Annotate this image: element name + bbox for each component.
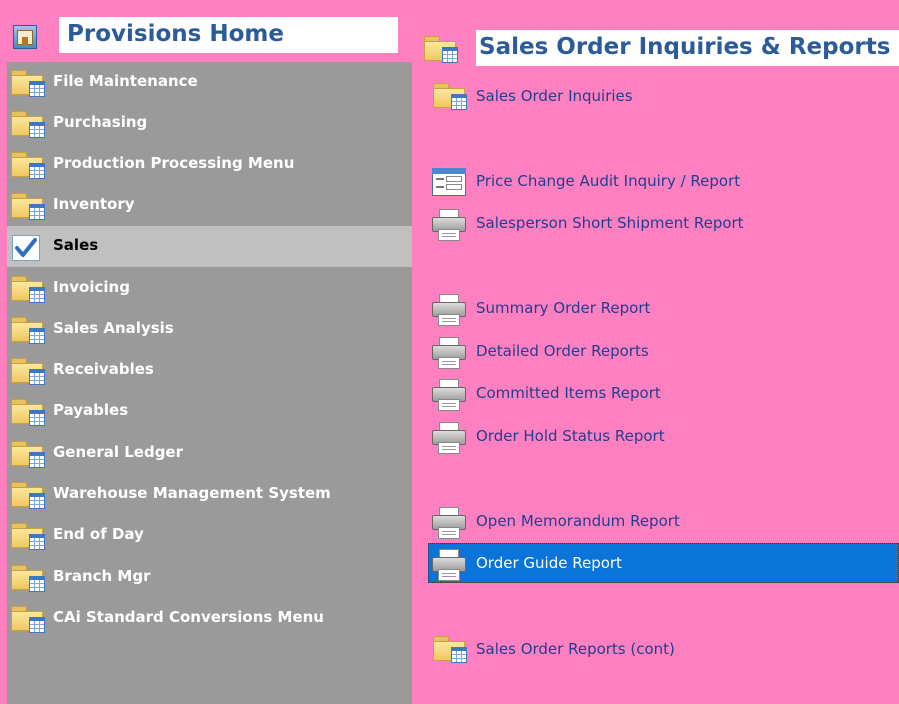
- nav-item-label: Purchasing: [53, 113, 148, 131]
- nav-item-label: Receivables: [53, 360, 154, 378]
- page-title: Provisions Home: [67, 21, 284, 47]
- menu-item-label: Order Guide Report: [476, 554, 622, 572]
- menu-item-summary-order-report[interactable]: Summary Order Report: [428, 288, 899, 328]
- folder-icon: [422, 34, 460, 64]
- folder-icon: [431, 81, 469, 111]
- menu-item-label: Detailed Order Reports: [476, 342, 649, 360]
- nav-item-receivables[interactable]: Receivables: [7, 350, 412, 391]
- printer-icon: [431, 506, 467, 540]
- nav-item-branch-mgr[interactable]: Branch Mgr: [7, 557, 412, 598]
- folder-icon: [9, 563, 47, 593]
- nav-item-label: CAi Standard Conversions Menu: [53, 608, 324, 626]
- nav-item-label: Invoicing: [53, 278, 130, 296]
- checkmark-icon: [12, 235, 40, 261]
- nav-item-label: File Maintenance: [53, 72, 198, 90]
- nav-item-label: Production Processing Menu: [53, 154, 295, 172]
- menu-item-order-hold-status-report[interactable]: Order Hold Status Report: [428, 416, 899, 456]
- folder-icon: [9, 150, 47, 180]
- menu-item-label: Price Change Audit Inquiry / Report: [476, 172, 741, 190]
- folder-icon: [9, 521, 47, 551]
- menu-item-label: Order Hold Status Report: [476, 427, 665, 445]
- form-window-icon: [431, 166, 467, 198]
- folder-icon: [9, 397, 47, 427]
- nav-item-label: End of Day: [53, 525, 144, 543]
- menu-item-label: Sales Order Inquiries: [476, 87, 633, 105]
- menu-item-salesperson-short-shipment[interactable]: Salesperson Short Shipment Report: [428, 203, 899, 243]
- nav-item-invoicing[interactable]: Invoicing: [7, 268, 412, 309]
- nav-item-label: Sales Analysis: [53, 319, 174, 337]
- folder-icon: [9, 480, 47, 510]
- menu-item-sales-order-inquiries[interactable]: Sales Order Inquiries: [428, 76, 899, 116]
- printer-icon: [431, 548, 467, 582]
- folder-icon: [9, 439, 47, 469]
- nav-item-cai-conversions[interactable]: CAi Standard Conversions Menu: [7, 598, 412, 639]
- nav-item-inventory[interactable]: Inventory: [7, 185, 412, 226]
- section-title-box: Sales Order Inquiries & Reports: [476, 30, 899, 66]
- folder-icon: [9, 274, 47, 304]
- home-icon[interactable]: [13, 25, 37, 49]
- home-header: Provisions Home: [7, 8, 412, 62]
- left-nav-panel: Provisions Home File Maintenance Purchas…: [7, 8, 412, 704]
- menu-item-label: Committed Items Report: [476, 384, 661, 402]
- folder-icon: [9, 109, 47, 139]
- folder-icon: [9, 356, 47, 386]
- menu-item-detailed-order-reports[interactable]: Detailed Order Reports: [428, 331, 899, 371]
- nav-item-sales[interactable]: Sales: [7, 226, 412, 267]
- nav-item-sales-analysis[interactable]: Sales Analysis: [7, 309, 412, 350]
- menu-item-open-memorandum-report[interactable]: Open Memorandum Report: [428, 501, 899, 541]
- menu-item-order-guide-report[interactable]: Order Guide Report: [428, 543, 899, 583]
- nav-item-file-maintenance[interactable]: File Maintenance: [7, 62, 412, 103]
- section-title: Sales Order Inquiries & Reports: [479, 34, 891, 60]
- menu-item-label: Sales Order Reports (cont): [476, 640, 675, 658]
- folder-icon: [9, 315, 47, 345]
- nav-item-warehouse-management[interactable]: Warehouse Management System: [7, 474, 412, 515]
- folder-icon: [9, 191, 47, 221]
- printer-icon: [431, 378, 467, 412]
- folder-icon: [9, 68, 47, 98]
- nav-item-label: Sales: [53, 236, 99, 254]
- nav-item-label: Inventory: [53, 195, 135, 213]
- menu-item-price-change-audit[interactable]: Price Change Audit Inquiry / Report: [428, 161, 899, 201]
- nav-item-label: Branch Mgr: [53, 567, 151, 585]
- printer-icon: [431, 293, 467, 327]
- menu-item-sales-order-reports-cont[interactable]: Sales Order Reports (cont): [428, 629, 899, 669]
- home-title-box: Provisions Home: [59, 17, 398, 53]
- menu-item-label: Open Memorandum Report: [476, 512, 680, 530]
- menu-item-label: Salesperson Short Shipment Report: [476, 214, 744, 232]
- nav-item-payables[interactable]: Payables: [7, 391, 412, 432]
- menu-item-committed-items-report[interactable]: Committed Items Report: [428, 373, 899, 413]
- folder-icon: [9, 604, 47, 634]
- folder-icon: [431, 634, 469, 664]
- nav-item-end-of-day[interactable]: End of Day: [7, 515, 412, 556]
- nav-item-label: Warehouse Management System: [53, 484, 331, 502]
- nav-item-purchasing[interactable]: Purchasing: [7, 103, 412, 144]
- nav-item-label: General Ledger: [53, 443, 183, 461]
- printer-icon: [431, 208, 467, 242]
- menu-item-label: Summary Order Report: [476, 299, 651, 317]
- nav-item-production-processing[interactable]: Production Processing Menu: [7, 144, 412, 185]
- nav-item-general-ledger[interactable]: General Ledger: [7, 433, 412, 474]
- printer-icon: [431, 336, 467, 370]
- nav-item-label: Payables: [53, 401, 129, 419]
- printer-icon: [431, 421, 467, 455]
